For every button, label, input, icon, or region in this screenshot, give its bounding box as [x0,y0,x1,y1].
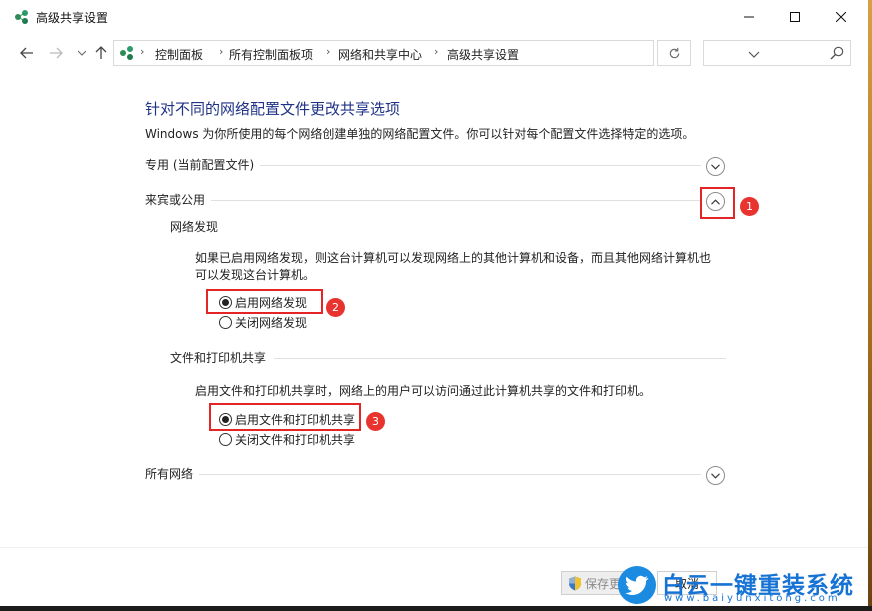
annotation-box-3 [209,403,361,431]
chevron-down-icon [78,50,86,56]
arrow-right-icon [50,47,63,59]
network-icon [15,10,28,24]
page-description: Windows 为你所使用的每个网络创建单独的网络配置文件。你可以针对每个配置文… [145,127,695,141]
window-title: 高级共享设置 [36,11,109,25]
minimize-icon [744,16,754,18]
expand-private-button[interactable] [706,157,725,176]
breadcrumb-separator[interactable]: › [140,45,144,58]
breadcrumb-all-items[interactable]: 所有控制面板项 [229,46,313,63]
profile-all-row[interactable]: 所有网络 [145,465,727,485]
footer-divider [0,547,868,548]
close-icon [836,12,846,22]
radio-button[interactable] [219,316,232,329]
network-icon [120,46,133,60]
bird-logo-icon [618,566,656,604]
file-sharing-header: 文件和打印机共享 [170,349,726,369]
network-discovery-title: 网络发现 [170,218,227,235]
profile-public-row[interactable]: 来宾或公用 [145,191,727,211]
bird-icon [625,575,649,595]
annotation-box-1 [700,187,735,219]
profile-private-row[interactable]: 专用 (当前配置文件) [145,156,727,176]
back-button[interactable] [18,44,36,62]
radio-button[interactable] [219,433,232,446]
breadcrumb-separator[interactable]: › [326,45,330,58]
forward-button[interactable] [47,44,65,62]
breadcrumb-network-center[interactable]: 网络和共享中心 [338,46,422,63]
expand-all-networks-button[interactable] [706,466,725,485]
breadcrumb-separator[interactable]: › [219,45,223,58]
network-discovery-header: 网络发现 [170,218,726,238]
chevron-down-icon [711,163,720,170]
recent-locations-button[interactable] [73,44,91,62]
watermark-url: www.baiyunxitong.com [664,593,841,604]
uac-shield-icon [569,576,581,590]
up-button[interactable] [92,44,110,62]
refresh-button[interactable] [657,40,691,66]
address-bar[interactable]: › 控制面板 › 所有控制面板项 › 网络和共享中心 › 高级共享设置 [113,40,760,66]
breadcrumb-advanced-sharing[interactable]: 高级共享设置 [447,46,519,63]
breadcrumb-separator[interactable]: › [434,45,438,58]
minimize-button[interactable] [726,0,772,34]
network-discovery-text-1: 如果已启用网络发现，则这台计算机可以发现网络上的其他计算机和设备，而且其他网络计… [195,251,712,265]
file-sharing-title: 文件和打印机共享 [170,349,275,366]
search-icon[interactable] [830,46,844,60]
close-button[interactable] [818,0,864,34]
arrow-up-icon [95,46,107,59]
refresh-icon [669,47,679,58]
radio-disable-discovery[interactable]: 关闭网络发现 [219,314,307,331]
annotation-badge-3: 3 [366,412,385,431]
maximize-icon [790,12,800,22]
radio-disable-sharing-label[interactable]: 关闭文件和打印机共享 [235,431,355,448]
annotation-box-2 [206,289,323,314]
maximize-button[interactable] [772,0,818,34]
search-input[interactable] [703,40,851,66]
breadcrumb-control-panel[interactable]: 控制面板 [155,46,203,63]
page-heading: 针对不同的网络配置文件更改共享选项 [145,100,401,118]
profile-public-label[interactable]: 来宾或公用 [145,191,212,208]
profile-all-label[interactable]: 所有网络 [145,465,200,482]
annotation-badge-1: 1 [740,197,759,216]
annotation-badge-2: 2 [326,298,345,317]
profile-private-label[interactable]: 专用 (当前配置文件) [145,156,261,173]
network-discovery-text-2: 可以发现这台计算机。 [195,268,316,282]
arrow-left-icon [20,47,33,59]
taskbar-edge [0,606,872,611]
chevron-down-icon [711,472,720,479]
navigation-bar: › 控制面板 › 所有控制面板项 › 网络和共享中心 › 高级共享设置 [0,34,868,72]
radio-disable-sharing[interactable]: 关闭文件和打印机共享 [219,431,355,448]
file-sharing-text: 启用文件和打印机共享时，网络上的用户可以访问通过此计算机共享的文件和打印机。 [195,384,652,398]
radio-disable-discovery-label[interactable]: 关闭网络发现 [235,314,307,331]
divider [145,200,701,201]
window-frame-edge [868,0,872,611]
divider [145,474,701,475]
title-bar: 高级共享设置 [0,0,868,34]
